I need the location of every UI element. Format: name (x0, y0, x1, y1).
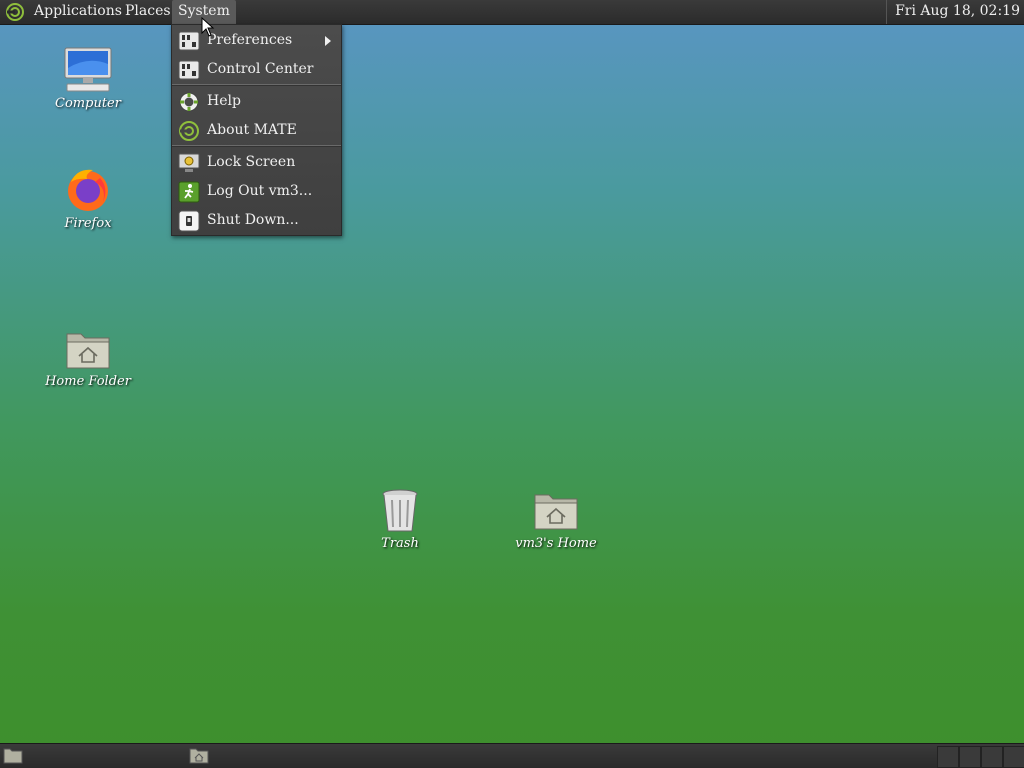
clock[interactable]: Fri Aug 18, 02:19 (886, 0, 1024, 24)
menu-item-label: About MATE (207, 122, 297, 138)
bottom-panel (0, 743, 1024, 768)
shutdown-icon (178, 210, 200, 232)
workspace-switcher-3[interactable] (981, 746, 1003, 768)
preferences-icon (178, 31, 200, 51)
desktop-icon-home-folder[interactable]: Home Folder (38, 328, 138, 389)
menu-applications[interactable]: Applications (28, 0, 128, 24)
show-desktop-icon[interactable] (3, 747, 23, 764)
desktop-background (0, 0, 1024, 768)
menu-separator (172, 145, 341, 147)
desktop-icon-firefox[interactable]: Firefox (38, 166, 138, 231)
menu-item-preferences[interactable]: Preferences (172, 26, 341, 55)
top-panel: Applications Places System Fri Aug 18, 0… (0, 0, 1024, 25)
help-lifebuoy-icon (179, 92, 199, 112)
submenu-arrow-icon (325, 36, 331, 46)
system-menu: Preferences Control Center Help About MA… (171, 24, 342, 236)
log-out-icon (178, 181, 200, 203)
menu-item-about-mate[interactable]: About MATE (172, 116, 341, 145)
home-folder-icon[interactable] (189, 747, 209, 764)
desktop-icon-label: Trash (381, 536, 419, 551)
desktop-icon-label: Home Folder (45, 374, 131, 389)
desktop-icon-label: Computer (55, 96, 121, 111)
desktop-icon-user-home[interactable]: vm3's Home (506, 488, 606, 551)
menu-item-log-out[interactable]: Log Out vm3... (172, 177, 341, 206)
workspace-switcher-1[interactable] (937, 746, 959, 768)
computer-icon (64, 47, 112, 92)
workspace-switcher-4[interactable] (1003, 746, 1024, 768)
home-folder-icon (534, 494, 578, 530)
menu-separator (172, 84, 341, 86)
menu-item-label: Shut Down... (207, 212, 299, 228)
trash-icon (382, 489, 418, 532)
control-center-icon (178, 60, 200, 80)
menu-item-shut-down[interactable]: Shut Down... (172, 206, 341, 235)
menu-places[interactable]: Places (119, 0, 177, 24)
menu-item-help[interactable]: Help (172, 87, 341, 116)
menu-item-label: Control Center (207, 61, 314, 77)
desktop-icon-trash[interactable]: Trash (350, 488, 450, 551)
lock-screen-icon (178, 153, 200, 172)
menu-item-control-center[interactable]: Control Center (172, 55, 341, 84)
desktop-icon-label: Firefox (64, 216, 112, 231)
menu-item-lock-screen[interactable]: Lock Screen (172, 148, 341, 177)
menu-item-label: Help (207, 93, 241, 109)
workspace-switcher-2[interactable] (959, 746, 981, 768)
home-folder-icon (66, 333, 110, 369)
menu-item-label: Log Out vm3... (207, 183, 313, 199)
desktop-icon-computer[interactable]: Computer (38, 46, 138, 111)
mouse-cursor-icon (201, 17, 215, 37)
mate-logo-icon (179, 121, 199, 141)
menu-item-label: Preferences (207, 32, 293, 48)
desktop-icon-label: vm3's Home (515, 536, 597, 551)
mate-logo-icon[interactable] (5, 2, 25, 22)
firefox-icon (68, 169, 108, 211)
menu-item-label: Lock Screen (207, 154, 296, 170)
